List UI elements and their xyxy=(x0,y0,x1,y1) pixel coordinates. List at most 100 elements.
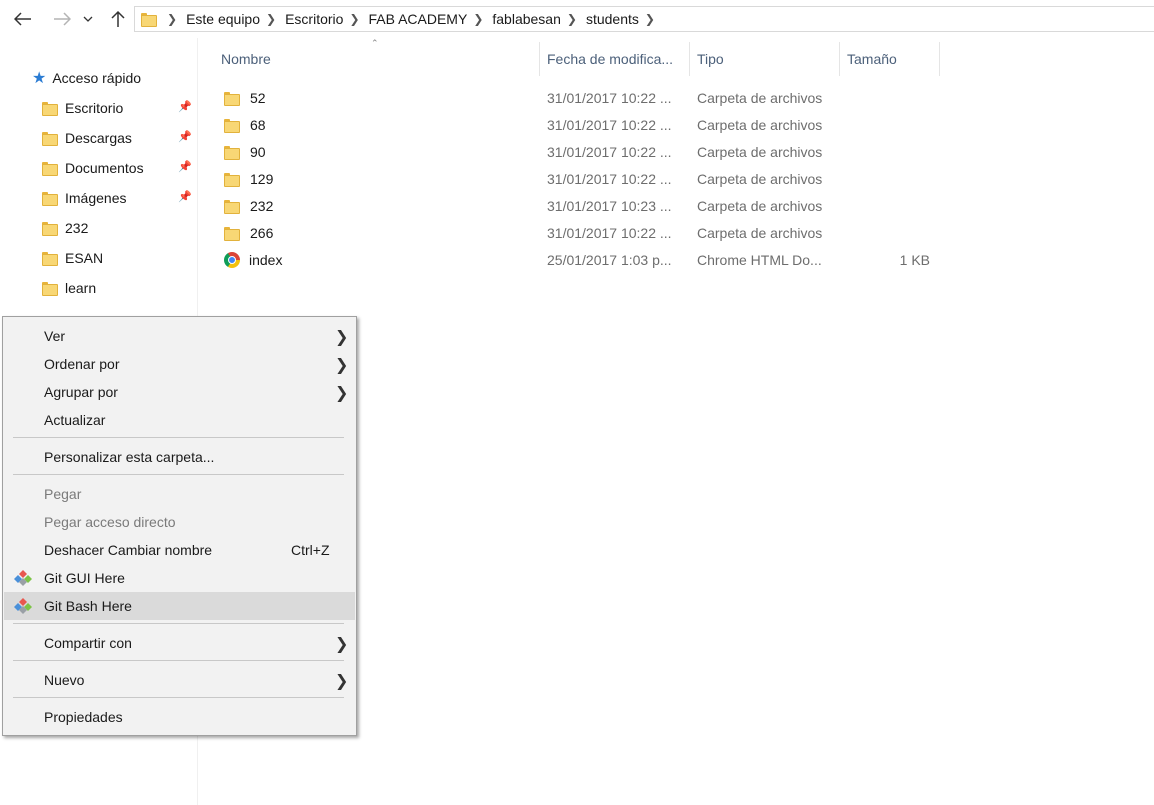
menu-item-compartir-con[interactable]: Compartir con ❯ xyxy=(4,629,355,657)
chevron-right-icon[interactable]: ❯ xyxy=(645,12,655,26)
menu-separator xyxy=(13,660,344,661)
file-row[interactable]: 90 31/01/2017 10:22 ... Carpeta de archi… xyxy=(214,138,944,165)
file-date: 31/01/2017 10:22 ... xyxy=(547,170,672,187)
menu-item-nuevo[interactable]: Nuevo ❯ xyxy=(4,666,355,694)
menu-item-agrupar-por[interactable]: Agrupar por ❯ xyxy=(4,378,355,406)
sidebar-item-quick-access[interactable]: ★ Acceso rápido xyxy=(32,68,141,88)
up-arrow-icon[interactable] xyxy=(106,7,130,31)
menu-item-label: Propiedades xyxy=(44,709,123,725)
sidebar-item-imagenes[interactable]: Imágenes 📌 xyxy=(42,186,198,210)
menu-item-label: Nuevo xyxy=(44,672,85,688)
folder-icon xyxy=(42,282,58,296)
file-row[interactable]: 129 31/01/2017 10:22 ... Carpeta de arch… xyxy=(214,165,944,192)
sidebar-item-esan[interactable]: ESAN xyxy=(42,246,198,270)
column-divider[interactable] xyxy=(939,42,940,76)
sidebar-item-label: Descargas xyxy=(65,130,132,146)
chevron-right-icon[interactable]: ❯ xyxy=(473,12,483,26)
menu-item-pegar-acceso-directo[interactable]: Pegar acceso directo xyxy=(4,508,355,536)
file-row[interactable]: index 25/01/2017 1:03 p... Chrome HTML D… xyxy=(214,246,944,273)
menu-item-label: Compartir con xyxy=(44,635,132,651)
chevron-down-icon[interactable] xyxy=(80,7,96,31)
menu-item-pegar[interactable]: Pegar xyxy=(4,480,355,508)
file-name: 68 xyxy=(250,116,266,133)
sidebar-item-escritorio[interactable]: Escritorio 📌 xyxy=(42,96,198,120)
sidebar-item-label: learn xyxy=(65,280,97,296)
menu-item-ver[interactable]: Ver ❯ xyxy=(4,322,355,350)
menu-item-deshacer[interactable]: Deshacer Cambiar nombre Ctrl+Z xyxy=(4,536,355,564)
menu-item-actualizar[interactable]: Actualizar xyxy=(4,406,355,434)
menu-item-label: Ver xyxy=(44,328,66,344)
file-name: 129 xyxy=(250,170,274,187)
file-type: Chrome HTML Do... xyxy=(697,251,822,268)
folder-icon xyxy=(42,222,58,236)
file-date: 31/01/2017 10:22 ... xyxy=(547,116,672,133)
column-header-type[interactable]: Tipo xyxy=(689,42,839,76)
column-header-date[interactable]: Fecha de modifica... xyxy=(539,42,689,76)
file-name: 52 xyxy=(250,89,266,106)
file-type: Carpeta de archivos xyxy=(697,116,823,133)
breadcrumb-este-equipo[interactable]: Este equipo xyxy=(186,11,260,27)
folder-icon xyxy=(224,226,240,241)
address-bar[interactable]: ❯ Este equipo ❯ Escritorio ❯ FAB ACADEMY… xyxy=(134,6,1154,32)
back-arrow-icon[interactable] xyxy=(11,7,35,31)
menu-separator xyxy=(13,623,344,624)
pin-icon[interactable]: 📌 xyxy=(178,130,192,143)
file-size: 1 KB xyxy=(899,251,930,268)
file-name: 266 xyxy=(250,224,274,241)
desktop-folder-icon xyxy=(42,102,58,116)
folder-icon xyxy=(224,118,240,133)
sidebar-item-label: Imágenes xyxy=(65,190,127,206)
sidebar-item-232[interactable]: 232 xyxy=(42,216,198,240)
file-type: Carpeta de archivos xyxy=(697,89,823,106)
menu-item-propiedades[interactable]: Propiedades xyxy=(4,703,355,731)
downloads-folder-icon xyxy=(42,132,58,146)
breadcrumb-escritorio[interactable]: Escritorio xyxy=(285,11,343,27)
navigation-bar: ❯ Este equipo ❯ Escritorio ❯ FAB ACADEMY… xyxy=(0,0,1154,38)
menu-item-personalizar[interactable]: Personalizar esta carpeta... xyxy=(4,443,355,471)
column-header-name[interactable]: Nombre xyxy=(213,42,539,76)
pin-icon[interactable]: 📌 xyxy=(178,100,192,113)
context-menu: Ver ❯ Ordenar por ❯ Agrupar por ❯ Actual… xyxy=(2,316,357,736)
file-row[interactable]: 232 31/01/2017 10:23 ... Carpeta de arch… xyxy=(214,192,944,219)
chevron-right-icon: ❯ xyxy=(335,329,349,346)
forward-arrow-icon[interactable] xyxy=(50,7,74,31)
column-header-size[interactable]: Tamaño xyxy=(839,42,939,76)
menu-separator xyxy=(13,437,344,438)
file-date: 31/01/2017 10:22 ... xyxy=(547,143,672,160)
menu-item-git-gui[interactable]: Git GUI Here xyxy=(4,564,355,592)
chevron-right-icon: ❯ xyxy=(335,636,349,653)
file-type: Carpeta de archivos xyxy=(697,170,823,187)
pin-icon[interactable]: 📌 xyxy=(178,160,192,173)
sidebar-item-learn[interactable]: learn xyxy=(42,276,198,300)
chevron-right-icon[interactable]: ❯ xyxy=(567,12,577,26)
file-row[interactable]: 266 31/01/2017 10:22 ... Carpeta de arch… xyxy=(214,219,944,246)
file-date: 31/01/2017 10:22 ... xyxy=(547,224,672,241)
menu-item-label: Pegar acceso directo xyxy=(44,514,176,530)
menu-separator xyxy=(13,474,344,475)
breadcrumb-fablabesan[interactable]: fablabesan xyxy=(492,11,561,27)
chevron-right-icon[interactable]: ❯ xyxy=(266,12,276,26)
chevron-right-icon: ❯ xyxy=(335,673,349,690)
file-type: Carpeta de archivos xyxy=(697,197,823,214)
pictures-folder-icon xyxy=(42,192,58,206)
menu-item-label: Git GUI Here xyxy=(44,570,125,586)
sidebar-item-label: 232 xyxy=(65,220,89,236)
file-name: 90 xyxy=(250,143,266,160)
chevron-right-icon[interactable]: ❯ xyxy=(349,12,359,26)
pin-icon[interactable]: 📌 xyxy=(178,190,192,203)
chevron-right-icon[interactable]: ❯ xyxy=(167,12,177,26)
folder-icon xyxy=(224,145,240,160)
file-date: 31/01/2017 10:23 ... xyxy=(547,197,672,214)
menu-item-git-bash[interactable]: Git Bash Here xyxy=(4,592,355,620)
sidebar-item-descargas[interactable]: Descargas 📌 xyxy=(42,126,198,150)
file-date: 25/01/2017 1:03 p... xyxy=(547,251,672,268)
file-row[interactable]: 52 31/01/2017 10:22 ... Carpeta de archi… xyxy=(214,84,944,111)
sidebar-item-documentos[interactable]: Documentos 📌 xyxy=(42,156,198,180)
breadcrumb-fab-academy[interactable]: FAB ACADEMY xyxy=(369,11,468,27)
file-type: Carpeta de archivos xyxy=(697,224,823,241)
menu-item-ordenar-por[interactable]: Ordenar por ❯ xyxy=(4,350,355,378)
file-row[interactable]: 68 31/01/2017 10:22 ... Carpeta de archi… xyxy=(214,111,944,138)
menu-item-label: Git Bash Here xyxy=(44,598,132,614)
breadcrumb-students[interactable]: students xyxy=(586,11,639,27)
folder-icon xyxy=(141,13,157,27)
